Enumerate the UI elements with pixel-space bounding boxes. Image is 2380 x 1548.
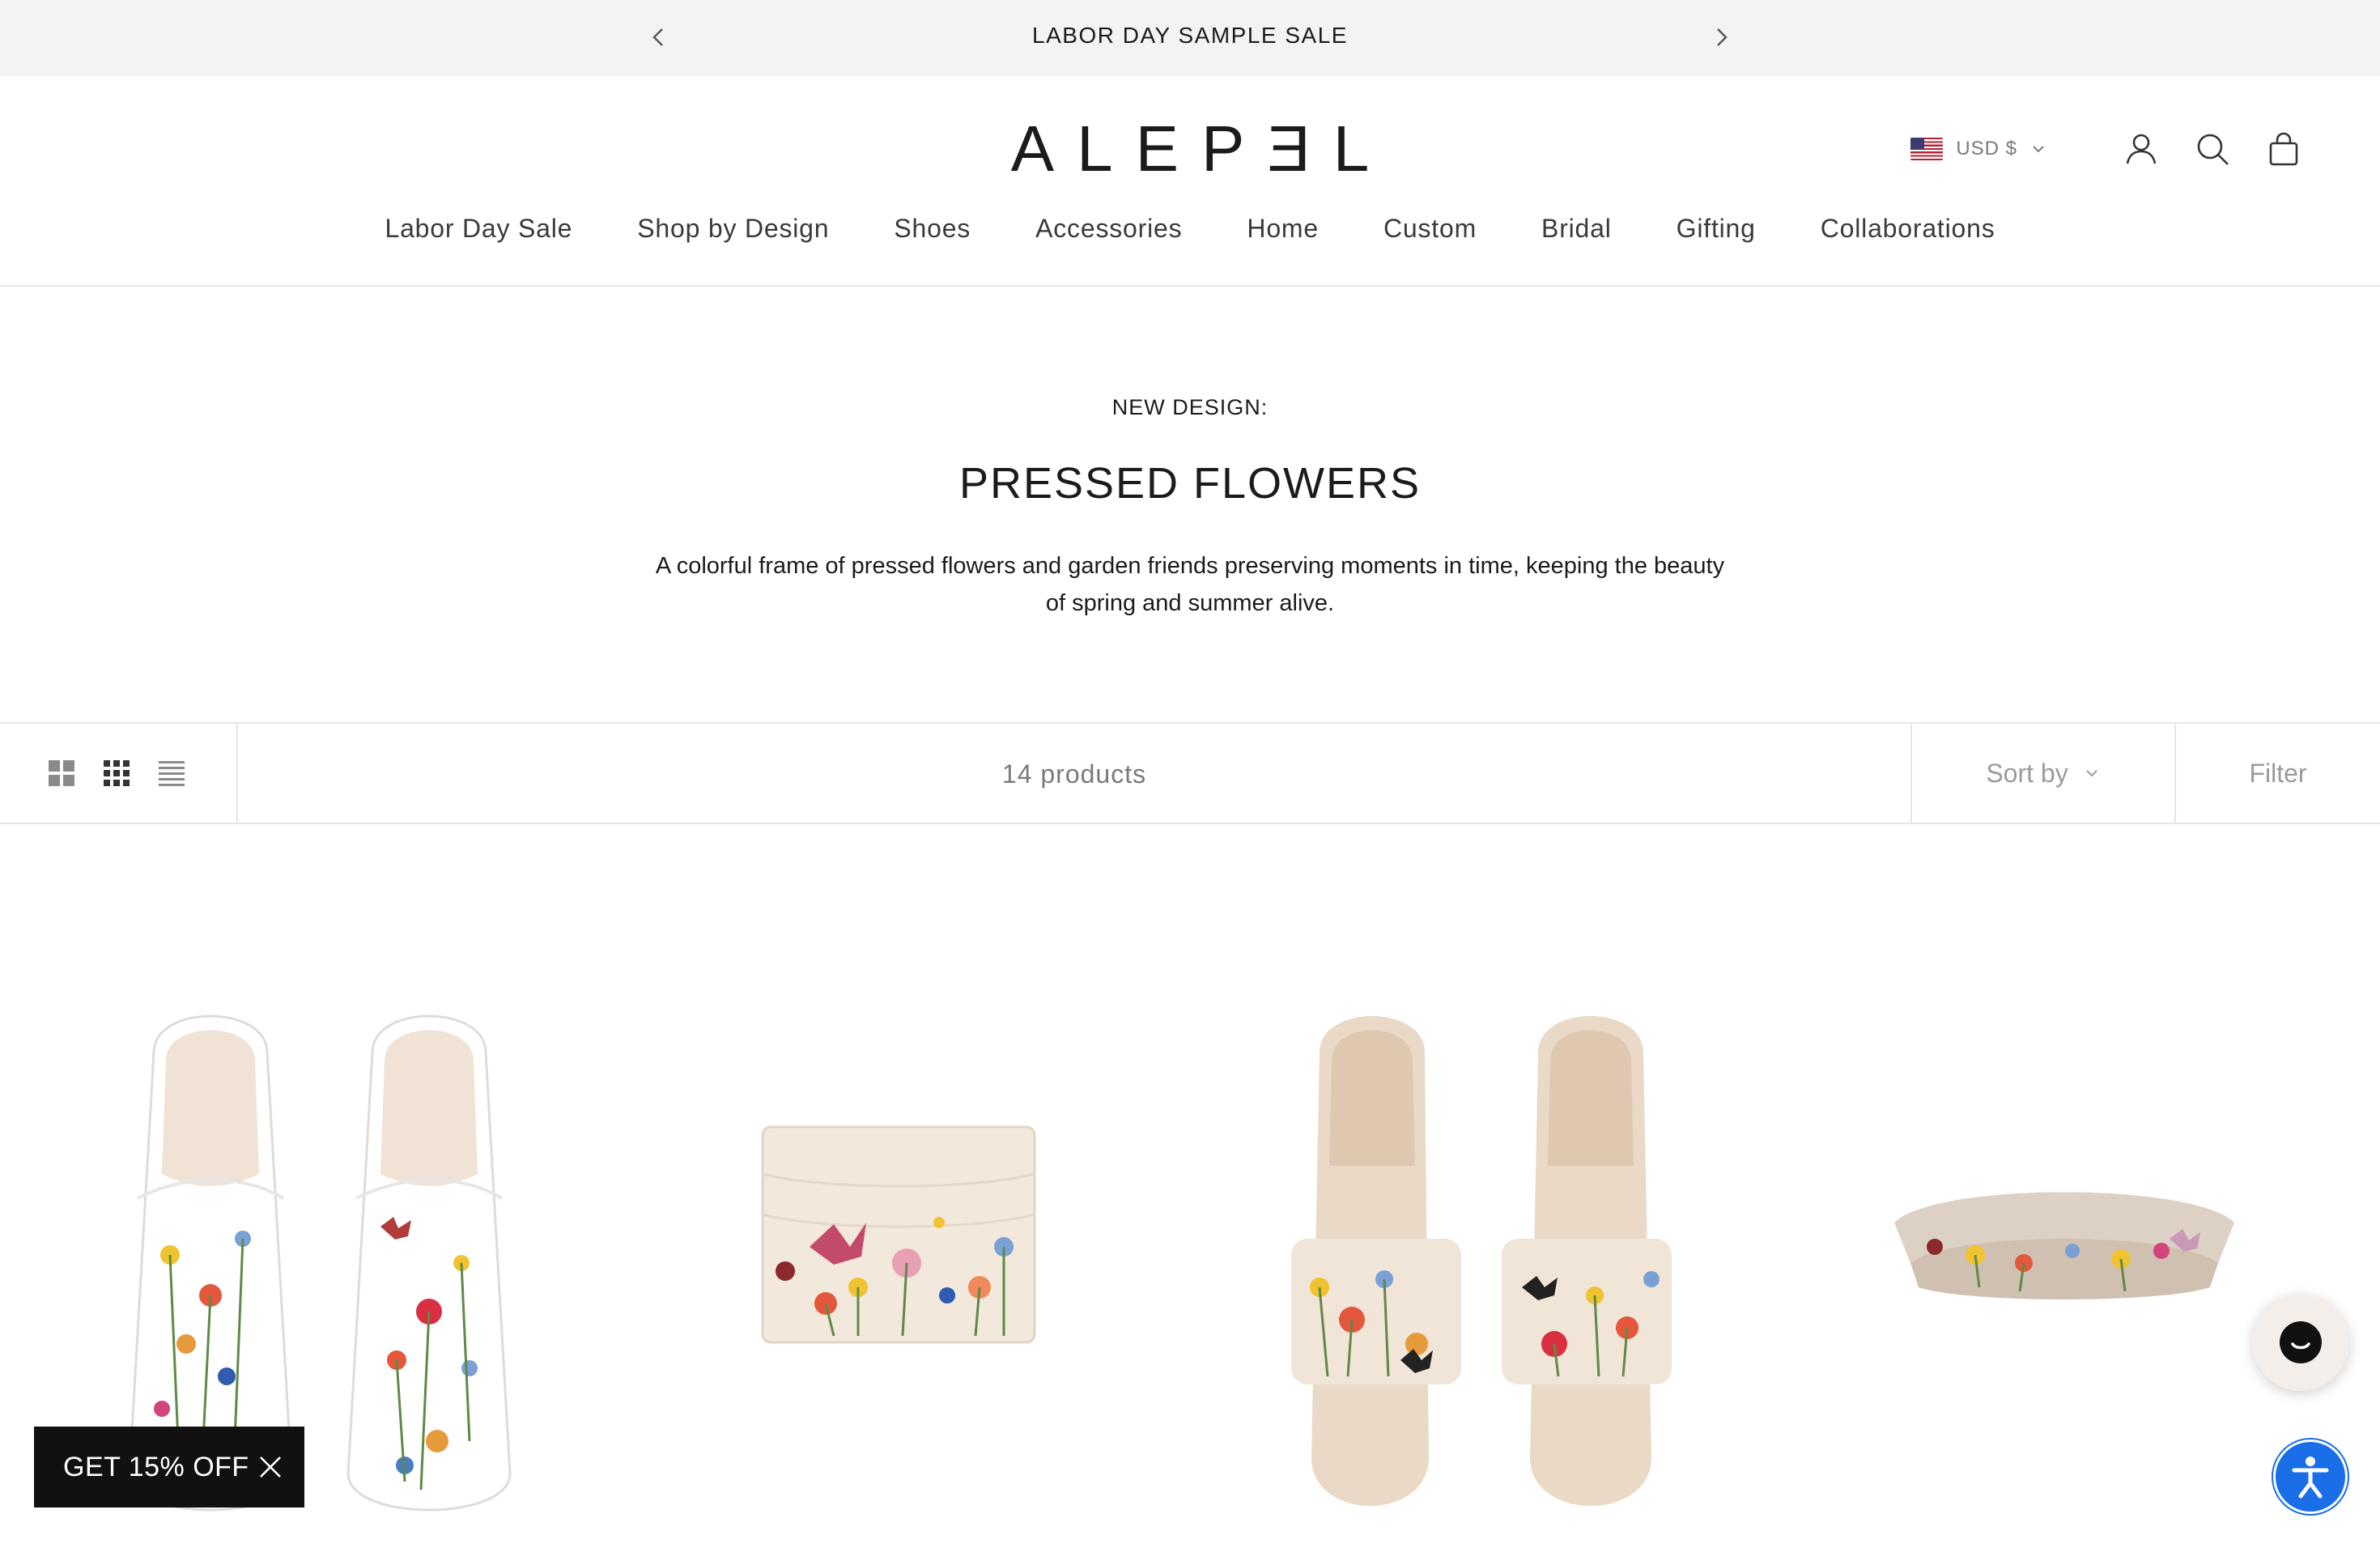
header-actions: USD $: [1910, 125, 2302, 173]
sort-by-label: Sort by: [1986, 758, 2068, 788]
accessibility-button[interactable]: [2273, 1440, 2348, 1514]
us-flag-icon: [1910, 138, 1944, 160]
grid-small-icon[interactable]: [102, 759, 131, 788]
cart-icon[interactable]: [2265, 130, 2302, 168]
collection-description: A colorful frame of pressed flowers and …: [655, 553, 1725, 616]
chevron-down-icon: [2033, 146, 2044, 153]
nav-item-custom[interactable]: Custom: [1383, 214, 1477, 244]
nav-item-bridal[interactable]: Bridal: [1541, 214, 1612, 244]
search-icon[interactable]: [2194, 130, 2231, 168]
chevron-down-icon: [2085, 770, 2097, 777]
product-card-card-holder[interactable]: [761, 1125, 1036, 1344]
collection-title: PRESSED FLOWERS: [958, 459, 1422, 508]
chat-icon: [2280, 1321, 2322, 1363]
nav-item-labor-day-sale[interactable]: Labor Day Sale: [385, 214, 572, 244]
floral-slides-image: [1291, 1016, 1672, 1506]
nav-item-shop-by-design[interactable]: Shop by Design: [637, 214, 829, 244]
layout-switcher: [0, 724, 238, 823]
chat-button[interactable]: [2252, 1294, 2349, 1391]
discount-label: GET 15% OFF: [63, 1451, 249, 1482]
sort-by-button[interactable]: Sort by: [1910, 724, 2174, 823]
accessibility-icon: [2292, 1457, 2329, 1499]
announcement-text[interactable]: LABOR DAY SAMPLE SALE: [0, 23, 2380, 49]
nav-item-shoes[interactable]: Shoes: [894, 214, 971, 244]
nav-item-home[interactable]: Home: [1247, 214, 1319, 244]
floral-card-holder-image: [761, 1125, 1036, 1344]
product-card-slides[interactable]: [1287, 1004, 1676, 1522]
currency-label: USD $: [1956, 138, 2017, 159]
collection-toolbar: 14 products Sort by Filter: [0, 722, 2380, 824]
grid-large-icon[interactable]: [47, 759, 76, 788]
account-icon[interactable]: [2123, 130, 2160, 168]
product-count: 14 products: [1001, 759, 1147, 789]
close-icon[interactable]: [256, 1452, 285, 1482]
nav-item-collaborations[interactable]: Collaborations: [1821, 214, 1995, 244]
announcement-bar: LABOR DAY SAMPLE SALE: [0, 0, 2380, 76]
currency-selector[interactable]: USD $: [1910, 138, 2046, 160]
nav-item-accessories[interactable]: Accessories: [1035, 214, 1182, 244]
product-card-headband[interactable]: [1886, 1174, 2242, 1320]
list-icon[interactable]: [157, 759, 186, 788]
nav-item-gifting[interactable]: Gifting: [1677, 214, 1756, 244]
discount-popup[interactable]: GET 15% OFF: [34, 1427, 304, 1508]
site-header: ALEPƎL USD $ Labor Day Sale Shop by Desi…: [0, 76, 2380, 287]
floral-headband-image: [1894, 1192, 2234, 1299]
chevron-right-icon[interactable]: [1706, 23, 1736, 52]
collection-eyebrow: NEW DESIGN:: [1111, 395, 1269, 419]
main-nav: Labor Day Sale Shop by Design Shoes Acce…: [0, 214, 2380, 244]
filter-button[interactable]: Filter: [2174, 724, 2380, 823]
